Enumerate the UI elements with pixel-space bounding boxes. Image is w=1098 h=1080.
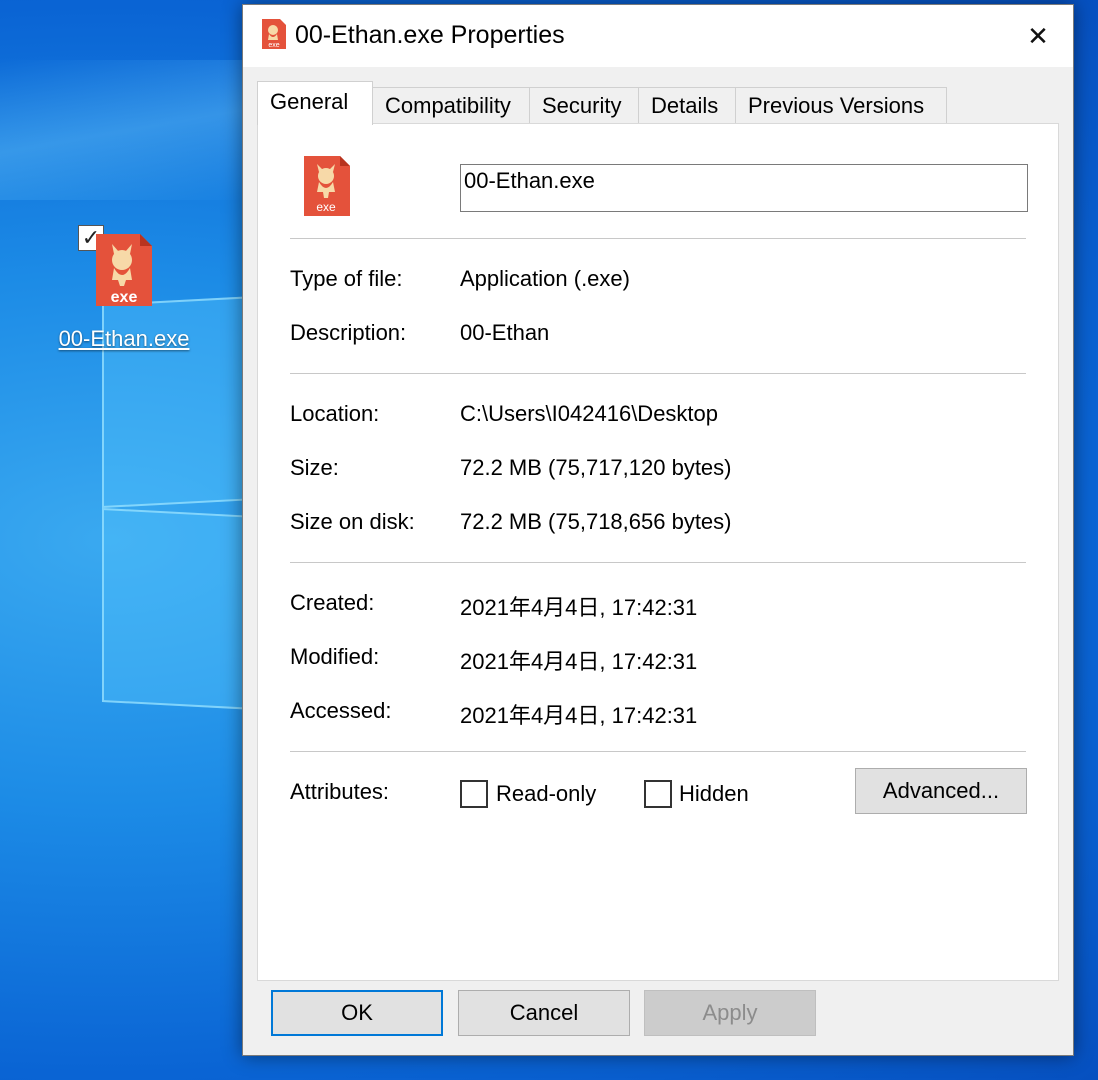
exe-file-icon: exe: [96, 234, 152, 306]
separator: [290, 238, 1026, 239]
readonly-checkbox[interactable]: [460, 780, 488, 808]
ok-button[interactable]: OK: [271, 990, 443, 1036]
location-value: C:\Users\I042416\Desktop: [460, 401, 719, 426]
type-of-file-value: Application (.exe): [460, 266, 630, 291]
size-on-disk-label: Size on disk:: [290, 509, 415, 534]
exe-badge-text: exe: [316, 200, 336, 214]
accessed-value: 2021年4月4日, 17:42:31: [460, 703, 698, 728]
location-label: Location:: [290, 401, 380, 426]
tab-compatibility[interactable]: Compatibility: [372, 87, 530, 123]
tab-general[interactable]: General: [257, 81, 373, 125]
created-label: Created:: [290, 590, 375, 615]
wallpaper-logo-pane: [102, 507, 256, 711]
hidden-checkbox-label[interactable]: Hidden: [679, 781, 749, 807]
size-label: Size:: [290, 455, 339, 480]
exe-badge-text: exe: [111, 289, 138, 306]
size-value: 72.2 MB (75,717,120 bytes): [460, 455, 732, 480]
description-label: Description:: [290, 320, 407, 345]
advanced-button[interactable]: Advanced...: [855, 768, 1027, 814]
hidden-checkbox[interactable]: [644, 780, 672, 808]
separator: [290, 373, 1026, 374]
cancel-button[interactable]: Cancel: [458, 990, 630, 1036]
close-button[interactable]: ✕: [1003, 5, 1073, 67]
desktop-file-icon[interactable]: ✓ exe 00-Ethan.exe: [48, 222, 200, 362]
tab-details[interactable]: Details: [638, 87, 736, 123]
description-value: 00-Ethan: [460, 320, 550, 345]
exe-file-icon: exe: [304, 156, 350, 216]
readonly-checkbox-label[interactable]: Read-only: [496, 781, 596, 807]
exe-file-icon: exe: [262, 19, 286, 49]
tab-security[interactable]: Security: [529, 87, 639, 123]
tab-previous-versions[interactable]: Previous Versions: [735, 87, 947, 123]
wallpaper-light-beam: [0, 60, 260, 200]
accessed-label: Accessed:: [290, 698, 392, 723]
size-on-disk-value: 72.2 MB (75,718,656 bytes): [460, 509, 732, 534]
title-bar[interactable]: exe 00-Ethan.exe Properties ✕: [243, 5, 1073, 67]
general-tab-panel: exe Type of file: Application (.exe) Des…: [257, 123, 1059, 981]
separator: [290, 751, 1026, 752]
properties-dialog: exe 00-Ethan.exe Properties ✕ General Co…: [242, 4, 1074, 1056]
created-value: 2021年4月4日, 17:42:31: [460, 595, 698, 620]
desktop-icon-label[interactable]: 00-Ethan.exe: [48, 326, 200, 352]
exe-badge-text: exe: [268, 42, 279, 49]
separator: [290, 562, 1026, 563]
apply-button[interactable]: Apply: [644, 990, 816, 1036]
modified-label: Modified:: [290, 644, 380, 669]
type-of-file-label: Type of file:: [290, 266, 403, 291]
file-name-input[interactable]: [460, 164, 1028, 212]
modified-value: 2021年4月4日, 17:42:31: [460, 649, 698, 674]
dialog-title: 00-Ethan.exe Properties: [295, 21, 565, 49]
attributes-label: Attributes:: [290, 779, 390, 804]
